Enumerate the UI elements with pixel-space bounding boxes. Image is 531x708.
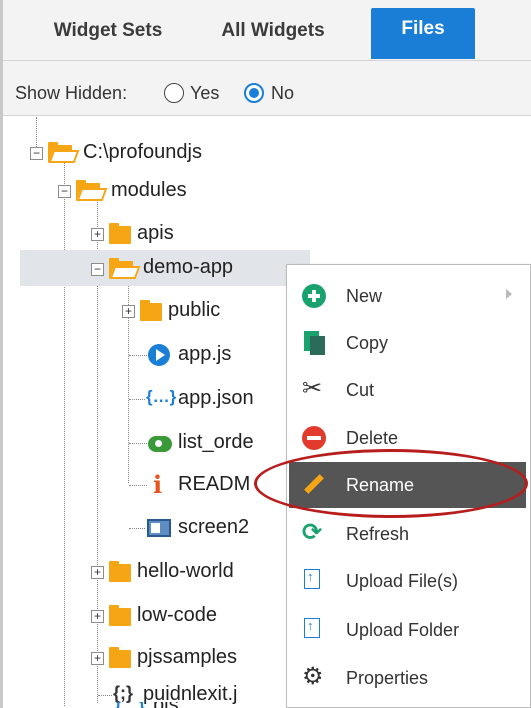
refresh-icon: ⟳ <box>302 519 323 546</box>
info-file-icon: i <box>153 470 163 499</box>
tree-node-label: hello-world <box>137 560 234 582</box>
plus-circle-icon <box>302 284 326 308</box>
tab-bar: Widget Sets All Widgets Files <box>3 0 531 61</box>
show-hidden-no-label[interactable]: No <box>271 83 294 104</box>
folder-icon <box>109 222 139 244</box>
rename-highlight-ellipse <box>254 449 528 518</box>
collapse-icon[interactable]: − <box>91 263 104 276</box>
gear-icon: ⚙ <box>302 663 324 690</box>
menu-item-label: Upload Folder <box>346 620 460 640</box>
folder-icon <box>109 560 139 582</box>
folder-icon <box>109 604 139 626</box>
menu-item-label: Cut <box>346 380 375 400</box>
folder-icon <box>109 646 139 668</box>
tree-node-label: demo-app <box>143 256 234 278</box>
menu-item-label: New <box>346 286 383 306</box>
show-hidden-yes-radio[interactable] <box>164 83 184 103</box>
scissors-icon: ✂ <box>302 375 323 402</box>
menu-item-refresh[interactable]: ⟳ Refresh <box>287 511 530 557</box>
expand-icon[interactable]: + <box>91 228 104 241</box>
menu-item-label: Delete <box>346 428 399 448</box>
show-hidden-yes-label[interactable]: Yes <box>190 83 219 104</box>
tree-node-label: app.js <box>178 343 232 365</box>
menu-item-label: Properties <box>346 668 429 688</box>
show-hidden-bar: Show Hidden: Yes No <box>3 61 531 116</box>
collapse-icon[interactable]: − <box>30 147 43 160</box>
tree-node-label: public <box>168 299 221 321</box>
folder-open-icon <box>76 179 108 201</box>
folder-icon <box>140 299 170 321</box>
copy-icon <box>302 331 326 355</box>
expand-icon[interactable]: + <box>91 566 104 579</box>
menu-item-new[interactable]: New <box>287 273 530 319</box>
tree-node-label: C:\profoundjs <box>83 141 202 163</box>
show-hidden-no-radio[interactable] <box>244 83 264 103</box>
cloud-file-icon <box>148 436 172 452</box>
expand-icon[interactable]: + <box>91 610 104 623</box>
upload-file-icon <box>304 569 320 589</box>
tree-node-label: screen2 <box>178 516 250 538</box>
menu-item-upload-folder[interactable]: Upload Folder <box>287 607 530 653</box>
tab-widget-sets[interactable]: Widget Sets <box>37 10 179 61</box>
tree-node-apis[interactable]: + apis <box>3 216 531 252</box>
collapse-icon[interactable]: − <box>58 185 71 198</box>
menu-item-upload-files[interactable]: Upload File(s) <box>287 558 530 604</box>
menu-item-properties[interactable]: ⚙ Properties <box>287 655 530 701</box>
minus-circle-icon <box>302 426 326 450</box>
json-file-icon: {…} <box>115 702 145 708</box>
tree-node-label: pjs <box>153 702 179 708</box>
submenu-arrow-icon <box>506 289 512 299</box>
folder-open-icon <box>109 257 141 279</box>
json-file-icon: {…} <box>146 387 177 406</box>
menu-item-cut[interactable]: ✂ Cut <box>287 367 530 413</box>
tree-node-label: low-code <box>137 604 218 626</box>
upload-folder-icon <box>304 618 320 638</box>
tree-node-modules[interactable]: − modules <box>3 173 531 209</box>
tree-node-label: modules <box>111 179 187 201</box>
tree-node-label: apis <box>137 222 174 244</box>
tab-all-widgets[interactable]: All Widgets <box>203 10 343 61</box>
menu-item-copy[interactable]: Copy <box>287 320 530 366</box>
folder-open-icon <box>48 141 80 163</box>
js-file-icon <box>148 344 170 366</box>
expand-icon[interactable]: + <box>122 305 135 318</box>
tree-node-label: list_orde <box>178 431 254 453</box>
menu-item-label: Upload File(s) <box>346 571 459 591</box>
tree-node-label: READM <box>178 473 251 495</box>
tree-node-root[interactable]: − C:\profoundjs <box>3 135 531 171</box>
tab-files[interactable]: Files <box>371 8 475 59</box>
show-hidden-label: Show Hidden: <box>15 83 128 103</box>
screen-file-icon <box>147 519 171 537</box>
menu-item-label: Copy <box>346 333 389 353</box>
tree-node-label: pjssamples <box>137 646 238 668</box>
expand-icon[interactable]: + <box>91 652 104 665</box>
tree-node-label: app.json <box>178 387 254 409</box>
menu-item-label: Refresh <box>346 524 410 544</box>
